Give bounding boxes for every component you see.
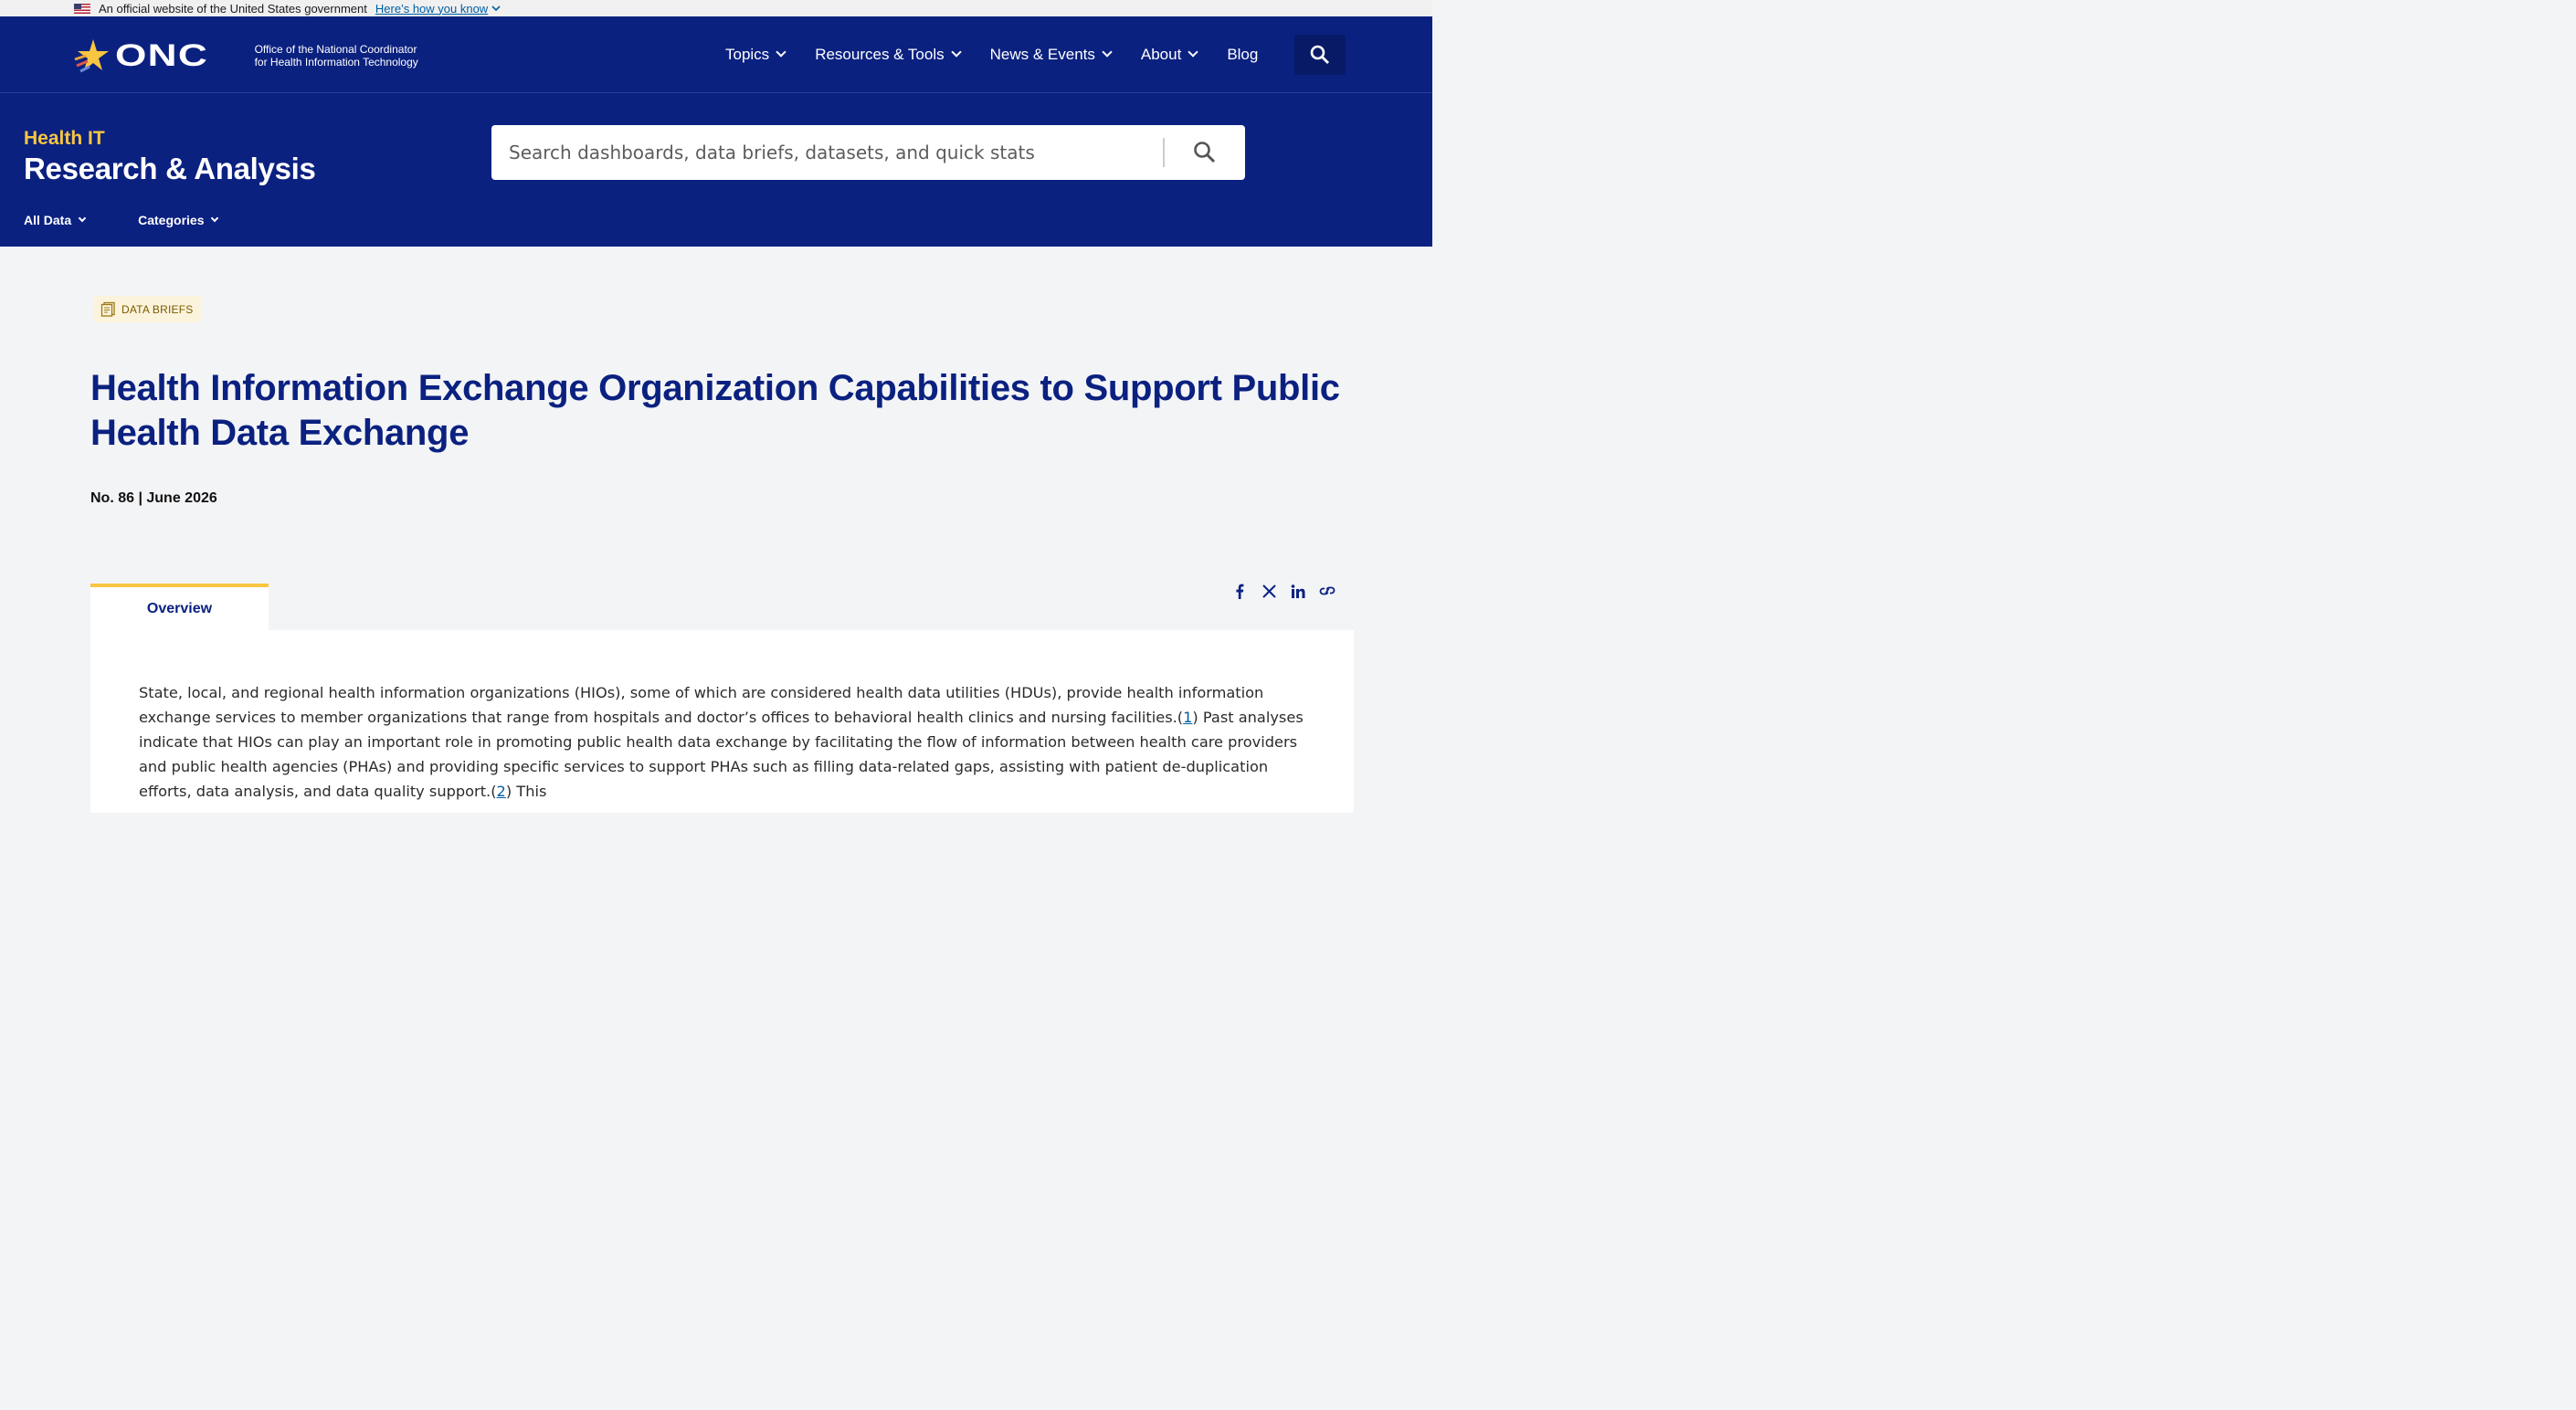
chevron-down-icon bbox=[950, 47, 962, 58]
nav-blog[interactable]: Blog bbox=[1227, 46, 1258, 64]
nav-about[interactable]: About bbox=[1140, 45, 1198, 64]
section-brand[interactable]: Health IT Research & Analysis bbox=[24, 128, 316, 186]
top-navigation: ONC Office of the National Coordinator f… bbox=[0, 16, 1432, 92]
issue-info: No. 86 | June 2026 bbox=[90, 490, 217, 506]
chevron-down-icon bbox=[78, 214, 87, 223]
x-icon bbox=[1262, 584, 1276, 598]
tab-overview-label: Overview bbox=[146, 601, 213, 616]
chevron-down-icon bbox=[491, 5, 501, 12]
main-menu: Topics Resources & Tools News & Events A… bbox=[725, 16, 1258, 92]
chevron-down-icon bbox=[1188, 47, 1198, 58]
nav-news-label: News & Events bbox=[989, 45, 1095, 63]
linkedin-icon bbox=[1291, 584, 1305, 598]
nav-topics[interactable]: Topics bbox=[725, 45, 787, 64]
badge-label: DATA BRIEFS bbox=[121, 302, 194, 316]
section-kicker: Health IT bbox=[24, 128, 105, 149]
flag-icon bbox=[74, 3, 90, 14]
office-line-1: Office of the National Coordinator bbox=[254, 43, 417, 56]
all-data-menu[interactable]: All Data bbox=[24, 213, 87, 227]
link-icon bbox=[1319, 586, 1336, 595]
star-logo-icon bbox=[74, 39, 109, 73]
data-search-input[interactable] bbox=[491, 125, 1163, 180]
section-title: Research & Analysis bbox=[24, 152, 316, 185]
chevron-down-icon bbox=[1102, 47, 1113, 58]
overview-paragraph: State, local, and regional health inform… bbox=[139, 680, 1317, 804]
share-links bbox=[1231, 581, 1336, 601]
reference-1-link[interactable]: 1 bbox=[1183, 709, 1192, 726]
overview-content: State, local, and regional health inform… bbox=[90, 630, 1354, 813]
nav-topics-label: Topics bbox=[725, 45, 770, 63]
section-sub-menu: All Data Categories bbox=[24, 213, 219, 227]
data-search-button[interactable] bbox=[1165, 125, 1245, 180]
site-search-button[interactable] bbox=[1294, 35, 1346, 75]
paragraph-text-a: State, local, and regional health inform… bbox=[139, 684, 1264, 726]
nav-news-events[interactable]: News & Events bbox=[989, 45, 1113, 64]
categories-label: Categories bbox=[138, 213, 205, 227]
reference-2-link[interactable]: 2 bbox=[497, 783, 506, 800]
nav-resources-tools[interactable]: Resources & Tools bbox=[815, 45, 962, 64]
copy-link-share[interactable] bbox=[1319, 581, 1336, 601]
search-icon bbox=[1194, 142, 1216, 163]
nav-resources-label: Resources & Tools bbox=[815, 45, 945, 63]
chevron-down-icon bbox=[211, 214, 219, 223]
tab-overview[interactable]: Overview bbox=[90, 584, 269, 631]
how-you-know-link[interactable]: Here’s how you know bbox=[375, 2, 501, 16]
onc-logo[interactable]: ONC Office of the National Coordinator f… bbox=[73, 37, 418, 74]
office-line-2: for Health Information Technology bbox=[254, 56, 418, 68]
linkedin-share[interactable] bbox=[1290, 581, 1306, 601]
category-badge[interactable]: DATA BRIEFS bbox=[93, 296, 202, 322]
logo-text: ONC bbox=[115, 37, 209, 73]
gov-banner-text: An official website of the United States… bbox=[99, 1, 367, 16]
nav-blog-label: Blog bbox=[1227, 45, 1259, 63]
office-name: Office of the National Coordinator for H… bbox=[255, 43, 418, 68]
section-header: Health IT Research & Analysis All Data C… bbox=[0, 93, 1432, 247]
page-title: Health Information Exchange Organization… bbox=[90, 368, 1340, 453]
chevron-down-icon bbox=[776, 47, 787, 58]
facebook-share[interactable] bbox=[1231, 581, 1248, 601]
nav-about-label: About bbox=[1140, 45, 1182, 63]
data-search-box bbox=[491, 125, 1245, 180]
all-data-label: All Data bbox=[24, 213, 72, 227]
categories-menu[interactable]: Categories bbox=[138, 213, 219, 227]
how-you-know-label: Here’s how you know bbox=[375, 1, 489, 16]
facebook-icon bbox=[1236, 584, 1244, 599]
document-icon bbox=[100, 301, 115, 317]
gov-banner: An official website of the United States… bbox=[0, 0, 1432, 16]
search-icon bbox=[1310, 45, 1329, 64]
x-share[interactable] bbox=[1261, 581, 1277, 601]
paragraph-text-c: ) This bbox=[505, 783, 547, 800]
